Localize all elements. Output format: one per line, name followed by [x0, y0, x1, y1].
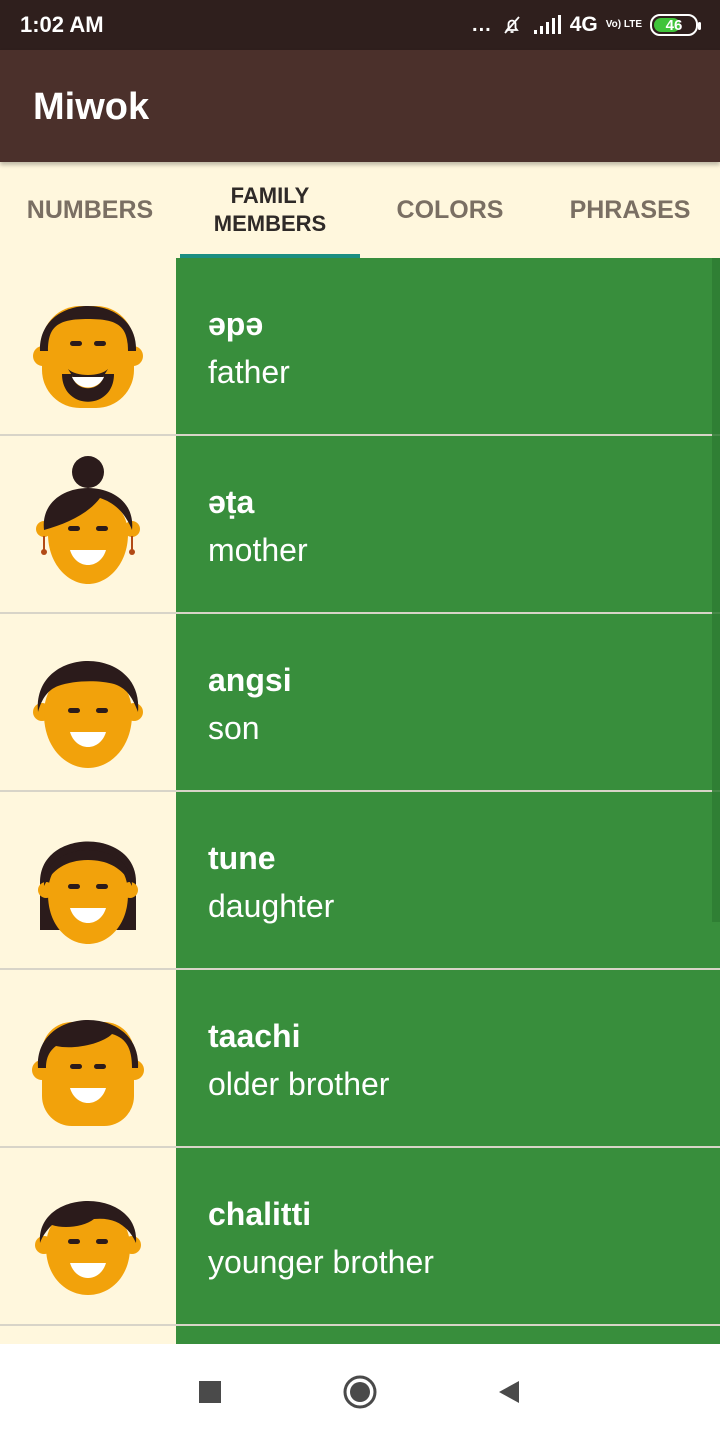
network-type: 4G: [569, 13, 598, 36]
word-card: [176, 1326, 720, 1344]
list-item[interactable]: chalitti younger brother: [0, 1148, 720, 1326]
mother-icon: [36, 456, 140, 584]
battery-percent: 46: [665, 16, 683, 34]
cellular-signal-icon: [532, 14, 562, 36]
older-brother-icon: [32, 1020, 144, 1126]
tab-colors[interactable]: COLORS: [360, 162, 540, 258]
status-time: 1:02 AM: [20, 12, 104, 37]
word-card: əpə father: [176, 258, 720, 434]
list-scrollbar[interactable]: [712, 258, 720, 922]
avatar-cell: [0, 792, 176, 968]
app-title: Miwok: [33, 86, 150, 128]
miwok-word: angsi: [208, 662, 292, 698]
avatar-cell: [0, 614, 176, 790]
miwok-word: əpə: [208, 306, 264, 342]
circle-home-icon: [343, 1375, 377, 1409]
triangle-back-icon: [499, 1381, 519, 1403]
english-word: daughter: [208, 888, 335, 924]
miwok-word: tune: [208, 840, 276, 876]
word-card: taachi older brother: [176, 970, 720, 1146]
system-navigation-bar: [0, 1344, 720, 1440]
father-icon: [33, 306, 143, 408]
status-bar: 1:02 AM ... 4G Vo) LTE 46: [0, 0, 720, 50]
category-tabs: NUMBERS FAMILY MEMBERS COLORS PHRASES: [0, 162, 720, 258]
list-item[interactable]: taachi older brother: [0, 970, 720, 1148]
english-word: son: [208, 710, 260, 746]
status-icons: ... 4G Vo) LTE 46: [472, 10, 701, 40]
word-card: chalitti younger brother: [176, 1148, 720, 1324]
avatar-cell: [0, 1148, 176, 1324]
recent-apps-button[interactable]: [190, 1372, 230, 1412]
tab-phrases[interactable]: PHRASES: [540, 162, 720, 258]
list-item[interactable]: angsi son: [0, 614, 720, 792]
miwok-word: əṭa: [208, 484, 255, 520]
back-button[interactable]: [488, 1372, 528, 1412]
tab-family-members[interactable]: FAMILY MEMBERS: [180, 162, 360, 258]
volte-icon: Vo) LTE: [605, 19, 642, 30]
list-item-partial[interactable]: [0, 1326, 720, 1344]
list-item[interactable]: əṭa mother: [0, 436, 720, 614]
miwok-word: taachi: [208, 1018, 301, 1054]
list-item[interactable]: tune daughter: [0, 792, 720, 970]
word-card: əṭa mother: [176, 436, 720, 612]
miwok-word: chalitti: [208, 1196, 312, 1232]
square-recent-apps-icon: [199, 1381, 221, 1403]
english-word: father: [208, 354, 290, 390]
english-word: mother: [208, 532, 308, 568]
tab-numbers[interactable]: NUMBERS: [0, 162, 180, 258]
notification-dots-icon: ...: [472, 13, 492, 36]
son-icon: [33, 661, 143, 768]
word-card: angsi son: [176, 614, 720, 790]
younger-brother-icon: [35, 1201, 141, 1295]
daughter-icon: [38, 841, 138, 944]
list-item[interactable]: əpə father: [0, 258, 720, 436]
english-word: younger brother: [208, 1244, 434, 1280]
english-word: older brother: [208, 1066, 390, 1102]
avatar-cell: [0, 258, 176, 434]
word-card: tune daughter: [176, 792, 720, 968]
avatar-cell: [0, 436, 176, 612]
app-bar: Miwok: [0, 50, 720, 162]
home-button[interactable]: [340, 1372, 380, 1412]
family-members-list[interactable]: əpə father əṭa mother angsi son tune dau…: [0, 258, 720, 1344]
avatar-cell: [0, 1326, 176, 1344]
notification-muted-icon: [500, 13, 524, 37]
avatar-cell: [0, 970, 176, 1146]
battery-icon: 46: [650, 14, 701, 36]
